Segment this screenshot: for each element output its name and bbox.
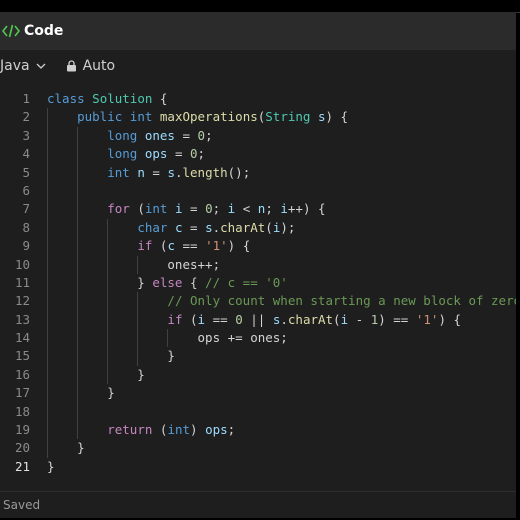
- code-line: 18: [0, 402, 516, 422]
- line-number: 18: [14, 403, 30, 419]
- code-window: Code Java Auto 1 class Solution { 2 publ…: [0, 12, 516, 518]
- page-title: Code: [24, 23, 64, 39]
- code-line: 10 ones++;: [0, 255, 516, 274]
- code-text: if (i == 0 || s.charAt(i - 1) == '1') {: [47, 310, 461, 330]
- line-number: 19: [14, 422, 30, 438]
- code-line: 17 }: [0, 384, 516, 403]
- code-line: 7 for (int i = 0; i < n; i++) {: [0, 200, 516, 219]
- code-line: 5 int n = s.length();: [0, 163, 516, 182]
- language-select[interactable]: Java: [0, 58, 46, 74]
- mode-label[interactable]: Auto: [83, 58, 116, 74]
- line-number: 16: [14, 366, 30, 382]
- code-line: 4 long ops = 0;: [0, 145, 516, 164]
- code-text: for (int i = 0; i < n; i++) {: [47, 200, 326, 219]
- code-line: 3 long ones = 0;: [0, 126, 516, 146]
- line-number: 9: [22, 238, 30, 254]
- line-number: 15: [14, 348, 30, 364]
- language-label: Java: [0, 58, 30, 74]
- code-icon: [2, 24, 20, 38]
- status-bar: Saved: [0, 491, 516, 518]
- code-line: 20 }: [0, 439, 516, 458]
- line-number: 1: [22, 91, 30, 106]
- code-text: }: [47, 458, 55, 474]
- code-line: 12 // Only count when starting a new blo…: [0, 292, 516, 311]
- code-line: 8 char c = s.charAt(i);: [0, 218, 516, 238]
- code-text: }: [47, 439, 85, 458]
- code-text: }: [47, 384, 115, 403]
- line-number: 20: [14, 440, 30, 456]
- line-number: 6: [22, 182, 30, 198]
- code-text: // Only count when starting a new block …: [47, 292, 516, 311]
- line-number: 21: [14, 458, 30, 474]
- titlebar: Code: [0, 12, 516, 50]
- code-text: public int maxOperations(String s) {: [47, 108, 348, 127]
- code-text: return (int) ops;: [47, 421, 235, 440]
- code-text: if (c == '1') {: [47, 237, 250, 256]
- code-editor[interactable]: 1 class Solution { 2 public int maxOpera…: [0, 90, 516, 490]
- code-text: }: [47, 365, 145, 385]
- code-line: 13 if (i == 0 || s.charAt(i - 1) == '1')…: [0, 310, 516, 330]
- code-line: 1 class Solution {: [0, 90, 516, 108]
- code-line: 9 if (c == '1') {: [0, 237, 516, 256]
- code-line: 19 return (int) ops;: [0, 421, 516, 440]
- line-number: 3: [22, 127, 30, 143]
- code-line: 11 } else { // c == '0': [0, 273, 516, 293]
- code-text: ops += ones;: [47, 329, 288, 348]
- code-text: ones++;: [47, 255, 220, 274]
- code-line: 21 }: [0, 458, 516, 476]
- line-number: 12: [14, 293, 30, 309]
- code-text: long ops = 0;: [47, 145, 205, 164]
- code-text: class Solution {: [47, 91, 168, 106]
- code-text: } else { // c == '0': [47, 273, 288, 293]
- line-number: 4: [22, 146, 30, 162]
- line-number: 11: [14, 274, 30, 290]
- line-number: 10: [14, 256, 30, 272]
- code-line: 15 }: [0, 347, 516, 366]
- line-number: 13: [14, 311, 30, 327]
- editor-toolbar: Java Auto: [0, 50, 516, 82]
- save-status: Saved: [3, 498, 41, 512]
- line-number: 2: [22, 109, 30, 125]
- lock-icon: [66, 60, 76, 72]
- code-text: int n = s.length();: [47, 163, 250, 182]
- code-line: 6: [0, 181, 516, 201]
- line-number: 7: [22, 201, 30, 217]
- line-number: 5: [22, 164, 30, 180]
- code-text: char c = s.charAt(i);: [47, 218, 295, 238]
- code-line: 16 }: [0, 365, 516, 385]
- chevron-down-icon: [36, 63, 46, 69]
- code-text: }: [47, 347, 175, 366]
- code-text: long ones = 0;: [47, 126, 213, 146]
- line-number: 14: [14, 330, 30, 346]
- line-number: 8: [22, 219, 30, 235]
- code-line: 14 ops += ones;: [0, 329, 516, 348]
- line-number: 17: [14, 385, 30, 401]
- code-line: 2 public int maxOperations(String s) {: [0, 108, 516, 127]
